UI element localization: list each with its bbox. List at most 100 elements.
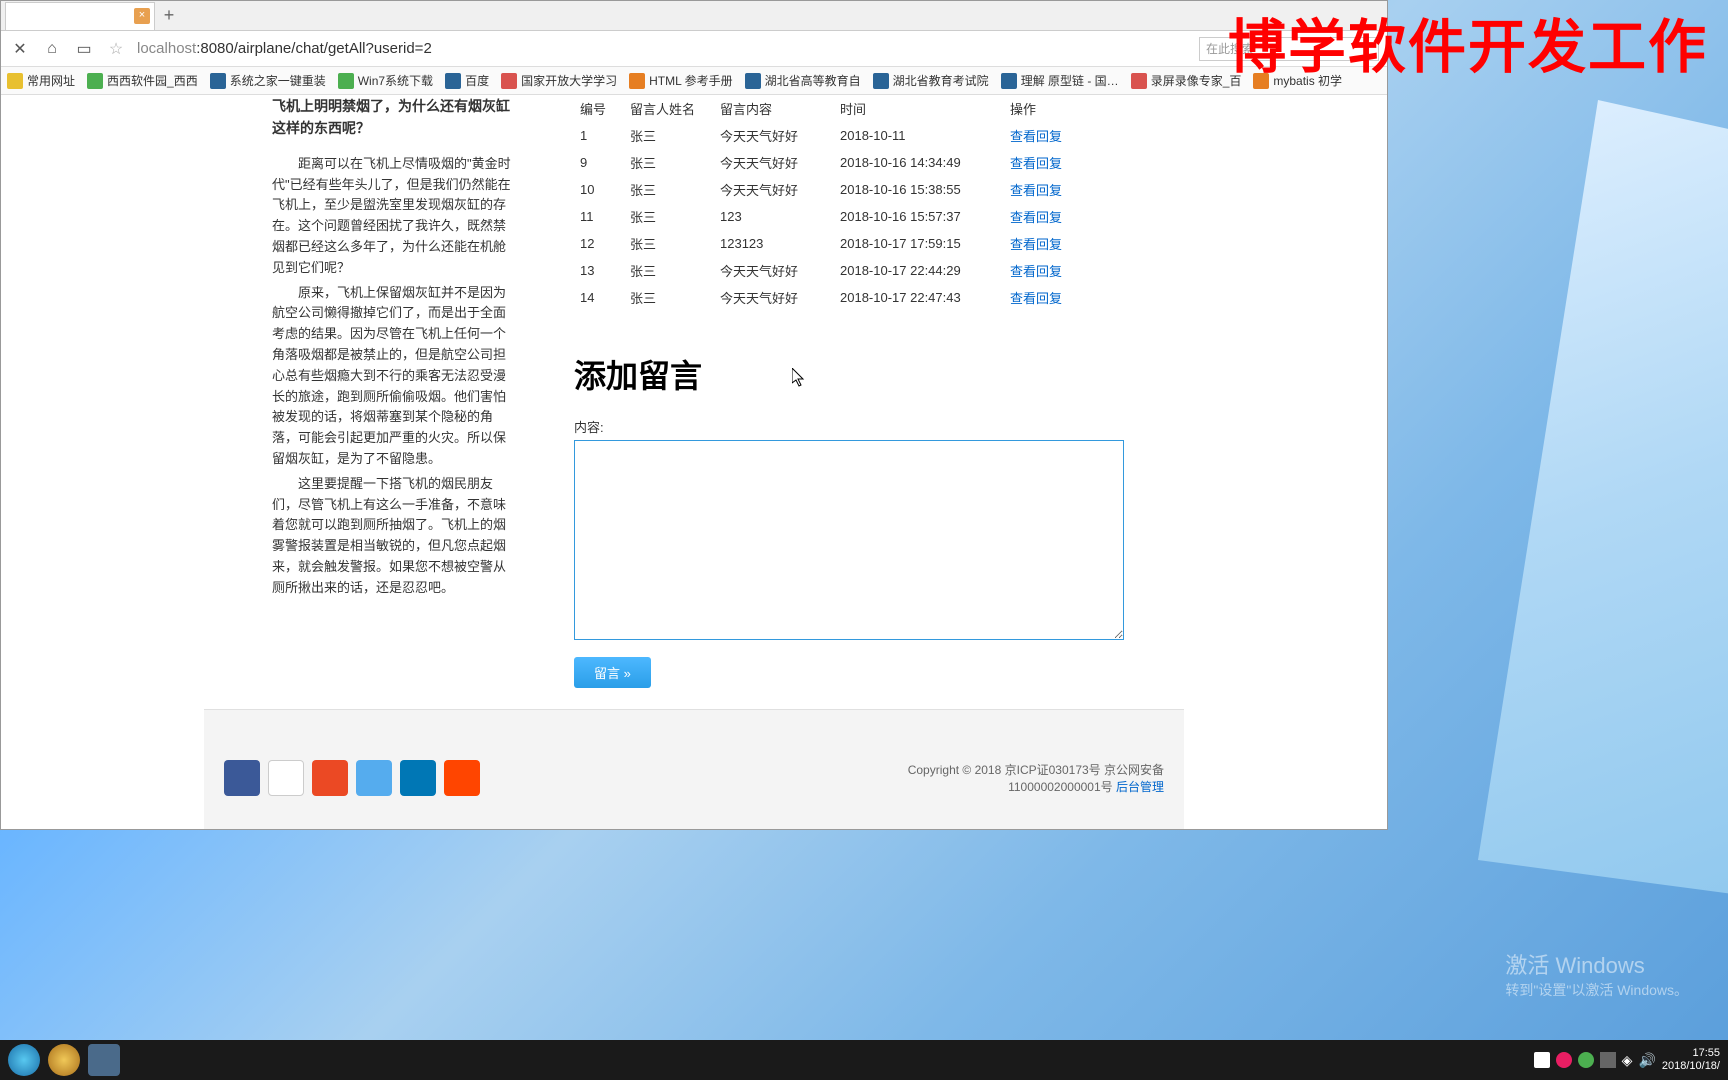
view-reply-link[interactable]: 查看回复 — [1010, 183, 1062, 198]
cell-time: 2018-10-17 22:44:29 — [834, 257, 1004, 284]
system-tray: ◈ 🔊 17:55 2018/10/18/ — [1534, 1047, 1720, 1073]
star-icon[interactable]: ☆ — [105, 38, 127, 60]
cell-name: 张三 — [624, 122, 714, 149]
article-paragraph: 原来，飞机上保留烟灰缸并不是因为航空公司懒得撤掉它们了，而是出于全面考虑的结果。… — [272, 283, 512, 470]
bookmark-item[interactable]: 湖北省教育考试院 — [873, 72, 989, 89]
cell-content: 123123 — [714, 230, 834, 257]
article-title: 飞机上明明禁烟了，为什么还有烟灰缸这样的东西呢？ — [272, 95, 512, 140]
taskbar-app-icon[interactable] — [8, 1044, 40, 1076]
cell-content: 今天天气好好 — [714, 149, 834, 176]
view-reply-link[interactable]: 查看回复 — [1010, 237, 1062, 252]
content-textarea[interactable] — [574, 440, 1124, 640]
view-reply-link[interactable]: 查看回复 — [1010, 264, 1062, 279]
home-icon[interactable]: ⌂ — [41, 38, 63, 60]
tab-bar: × + — [1, 1, 1387, 31]
table-row: 14张三今天天气好好2018-10-17 22:47:43查看回复 — [574, 284, 1134, 311]
footer-num: 11000002000001号 — [1008, 780, 1116, 794]
stumbleupon-icon[interactable] — [312, 760, 348, 796]
tray-icon[interactable] — [1556, 1052, 1572, 1068]
page-content: 飞机上明明禁烟了，为什么还有烟灰缸这样的东西呢？ 距离可以在飞机上尽情吸烟的"黄… — [1, 95, 1387, 829]
site-icon — [501, 73, 517, 89]
cell-name: 张三 — [624, 176, 714, 203]
reddit-icon[interactable] — [444, 760, 480, 796]
table-row: 12张三1231232018-10-17 17:59:15 查看回复 — [574, 230, 1134, 257]
th-name: 留言人姓名 — [624, 95, 714, 122]
bookmark-item[interactable]: 百度 — [445, 72, 489, 89]
watermark-text: 博学软件开发工作 — [1228, 0, 1708, 84]
taskbar-app-icon[interactable] — [88, 1044, 120, 1076]
new-tab-button[interactable]: + — [155, 5, 183, 26]
site-icon — [629, 73, 645, 89]
cell-name: 张三 — [624, 230, 714, 257]
linkedin-icon[interactable] — [400, 760, 436, 796]
cell-content: 今天天气好好 — [714, 284, 834, 311]
footer-text: Copyright © 2018 京ICP证030173号 京公网安备 1100… — [908, 761, 1164, 795]
cell-time: 2018-10-17 22:47:43 — [834, 284, 1004, 311]
cell-time: 2018-10-16 15:57:37 — [834, 203, 1004, 230]
tray-icon[interactable] — [1600, 1052, 1616, 1068]
activate-windows-watermark: 激活 Windows 转到"设置"以激活 Windows。 — [1505, 948, 1688, 1000]
site-icon — [445, 73, 461, 89]
submit-button[interactable]: 留言 » — [574, 657, 651, 688]
bookmark-item[interactable]: 国家开放大学学习 — [501, 72, 617, 89]
th-id: 编号 — [574, 95, 624, 122]
twitter-icon[interactable] — [356, 760, 392, 796]
message-column: 编号 留言人姓名 留言内容 时间 操作 1张三今天天气好好2018-10-11查… — [574, 95, 1134, 688]
volume-icon[interactable]: 🔊 — [1638, 1052, 1655, 1069]
table-row: 9张三今天天气好好2018-10-16 14:34:49 查看回复 — [574, 149, 1134, 176]
bookmark-bar: 常用网址 西西软件园_西西 系统之家一键重装 Win7系统下载 百度 国家开放大… — [1, 67, 1387, 95]
view-reply-link[interactable]: 查看回复 — [1010, 129, 1062, 144]
site-icon — [745, 73, 761, 89]
site-icon — [1131, 73, 1147, 89]
cell-id: 1 — [574, 122, 624, 149]
table-row: 1张三今天天气好好2018-10-11 查看回复 — [574, 122, 1134, 149]
reading-icon[interactable]: ▭ — [73, 38, 95, 60]
folder-icon — [7, 73, 23, 89]
activate-title: 激活 Windows — [1505, 948, 1688, 980]
taskbar: ◈ 🔊 17:55 2018/10/18/ — [0, 1040, 1728, 1080]
taskbar-app-icon[interactable] — [48, 1044, 80, 1076]
cell-id: 13 — [574, 257, 624, 284]
tray-icon[interactable] — [1578, 1052, 1594, 1068]
delicious-icon[interactable] — [268, 760, 304, 796]
browser-tab[interactable]: × — [5, 2, 155, 30]
bookmark-item[interactable]: 湖北省高等教育自 — [745, 72, 861, 89]
admin-link[interactable]: 后台管理 — [1116, 780, 1164, 794]
cell-id: 12 — [574, 230, 624, 257]
bookmark-item[interactable]: 常用网址 — [7, 72, 75, 89]
close-icon[interactable]: ✕ — [9, 38, 31, 60]
bookmark-item[interactable]: 系统之家一键重装 — [210, 72, 326, 89]
clock-date: 2018/10/18/ — [1662, 1060, 1720, 1073]
facebook-icon[interactable] — [224, 760, 260, 796]
cell-name: 张三 — [624, 149, 714, 176]
cell-id: 9 — [574, 149, 624, 176]
view-reply-link[interactable]: 查看回复 — [1010, 156, 1062, 171]
cell-id: 11 — [574, 203, 624, 230]
bookmark-item[interactable]: HTML 参考手册 — [629, 72, 733, 89]
bookmark-item[interactable]: Win7系统下载 — [338, 72, 433, 89]
taskbar-clock[interactable]: 17:55 2018/10/18/ — [1662, 1047, 1720, 1073]
url-input[interactable]: localhost:8080/airplane/chat/getAll?user… — [137, 40, 1189, 57]
cell-time: 2018-10-16 14:34:49 — [834, 149, 1004, 176]
add-message-heading: 添加留言 — [574, 351, 1134, 397]
bookmark-item[interactable]: 录屏录像专家_百 — [1131, 72, 1242, 89]
cell-content: 今天天气好好 — [714, 257, 834, 284]
tray-icon[interactable] — [1534, 1052, 1550, 1068]
cell-time: 2018-10-11 — [834, 122, 1004, 149]
page-footer: Copyright © 2018 京ICP证030173号 京公网安备 1100… — [204, 709, 1184, 829]
cell-content: 今天天气好好 — [714, 122, 834, 149]
article-column: 飞机上明明禁烟了，为什么还有烟灰缸这样的东西呢？ 距离可以在飞机上尽情吸烟的"黄… — [272, 95, 512, 603]
view-reply-link[interactable]: 查看回复 — [1010, 210, 1062, 225]
table-row: 11张三1232018-10-16 15:57:37查看回复 — [574, 203, 1134, 230]
cell-content: 今天天气好好 — [714, 176, 834, 203]
wifi-icon[interactable]: ◈ — [1622, 1052, 1633, 1069]
content-label: 内容: — [574, 417, 1134, 436]
social-icons — [224, 760, 480, 796]
view-reply-link[interactable]: 查看回复 — [1010, 291, 1062, 306]
bookmark-item[interactable]: 理解 原型链 - 国… — [1001, 72, 1119, 89]
site-icon — [338, 73, 354, 89]
table-row: 13张三今天天气好好2018-10-17 22:44:29查看回复 — [574, 257, 1134, 284]
cell-time: 2018-10-17 17:59:15 — [834, 230, 1004, 257]
bookmark-item[interactable]: 西西软件园_西西 — [87, 72, 198, 89]
close-icon[interactable]: × — [134, 8, 150, 24]
